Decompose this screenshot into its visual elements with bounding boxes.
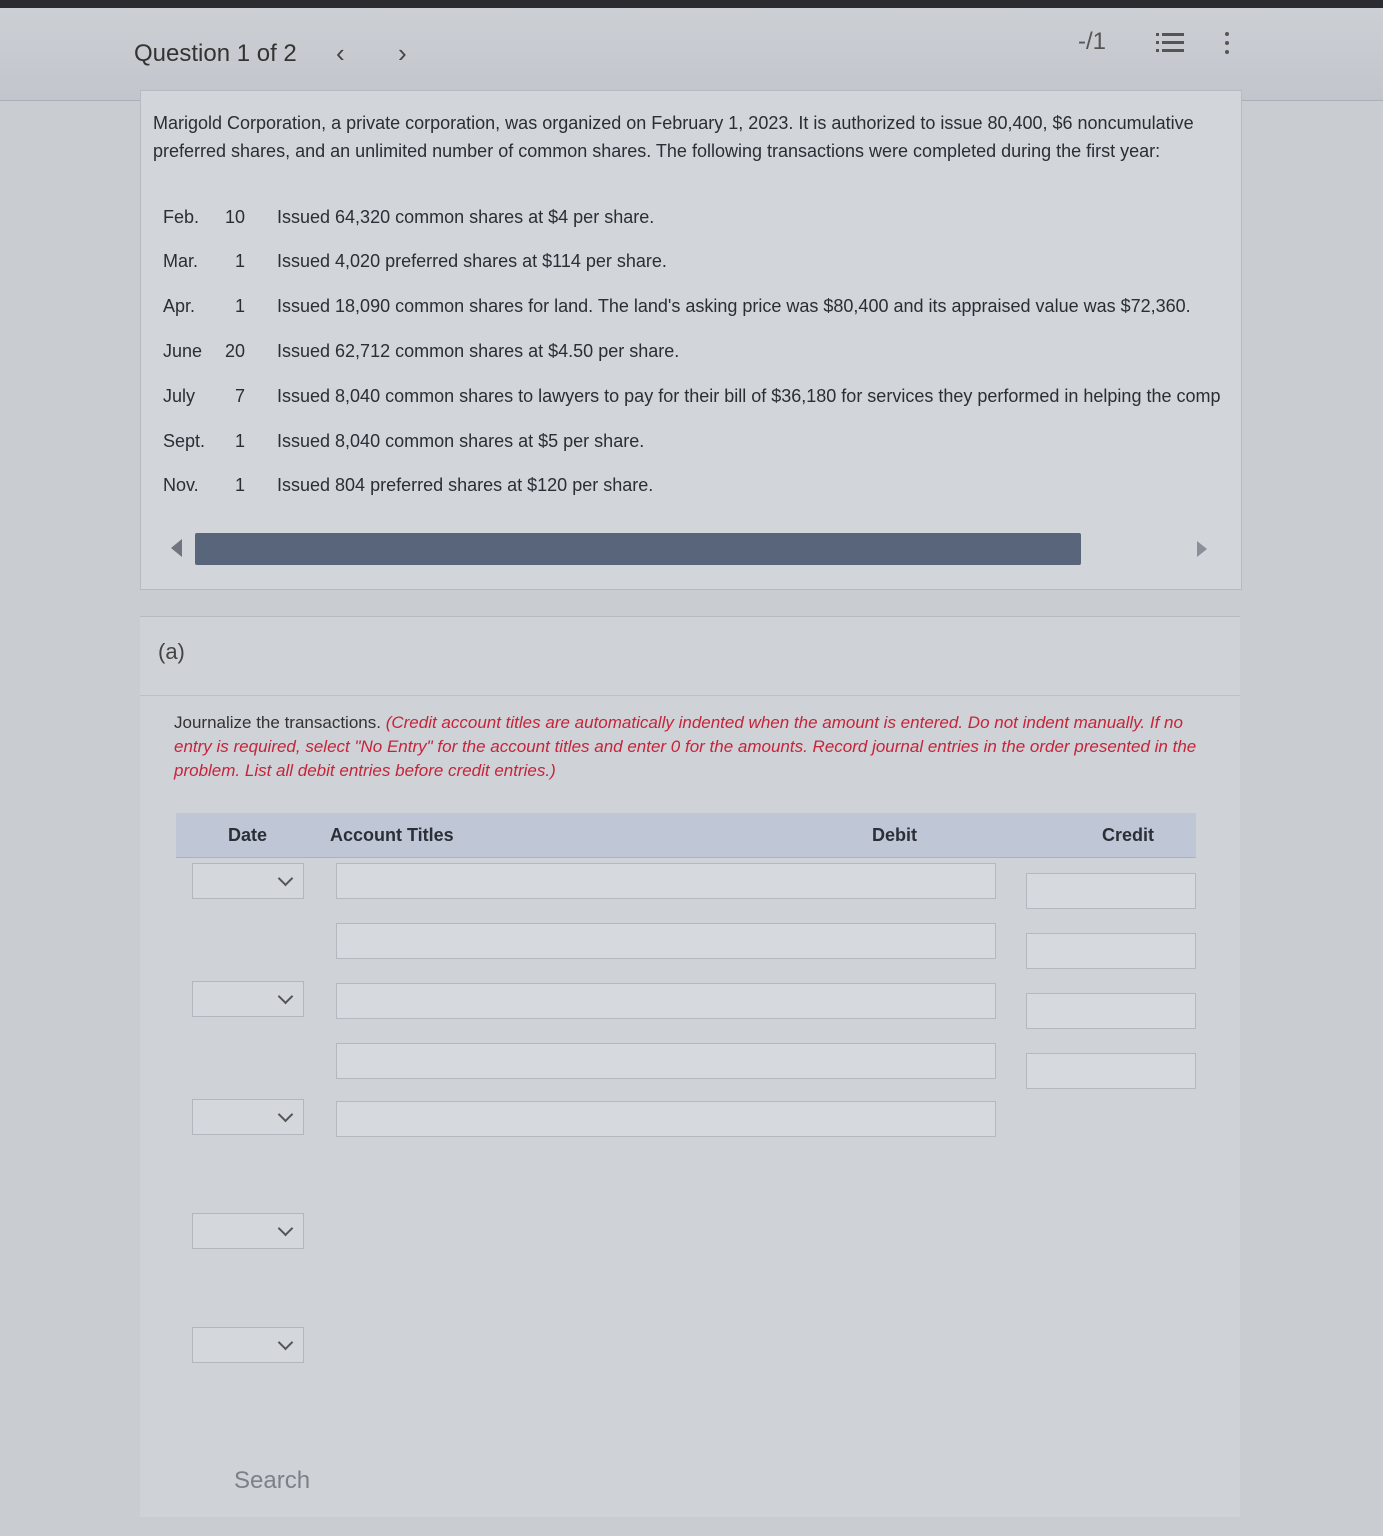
credit-input[interactable]: [1026, 993, 1196, 1029]
instructions: Journalize the transactions. (Credit acc…: [174, 711, 1204, 783]
credit-input[interactable]: [1026, 873, 1196, 909]
account-title-input[interactable]: [336, 1043, 996, 1079]
section-divider: [140, 695, 1240, 696]
transaction-day: 1: [234, 475, 245, 495]
date-select[interactable]: [192, 863, 304, 899]
transaction-month: Nov.: [163, 475, 199, 495]
chevron-down-icon: [277, 1334, 294, 1351]
scroll-right-icon[interactable]: [1197, 541, 1207, 557]
account-title-input[interactable]: [336, 923, 996, 959]
question-counter: Question 1 of 2: [134, 40, 297, 67]
transaction-description: Issued 64,320 common shares at $4 per sh…: [277, 207, 655, 227]
window-edge: [0, 0, 1383, 8]
scroll-left-icon[interactable]: [171, 539, 182, 557]
search-label: Search: [234, 1467, 311, 1494]
account-title-input[interactable]: [336, 983, 996, 1019]
account-title-input[interactable]: [336, 1101, 996, 1137]
chevron-down-icon: [277, 988, 294, 1005]
list-icon[interactable]: [1156, 30, 1184, 56]
transaction-month: Sept.: [163, 431, 206, 451]
problem-intro: Marigold Corporation, a private corporat…: [153, 113, 1194, 161]
transaction-day: 1: [234, 431, 245, 451]
account-titles-column-header: Account Titles: [330, 825, 454, 845]
next-question-button[interactable]: ›: [398, 38, 407, 69]
part-label: (a): [158, 639, 185, 664]
credit-input[interactable]: [1026, 1053, 1196, 1089]
previous-question-button[interactable]: ‹: [336, 38, 345, 69]
horizontal-scrollbar[interactable]: [155, 531, 1225, 565]
part-a-section: (a) Journalize the transactions. (Credit…: [140, 616, 1240, 1517]
transaction-day: 10: [224, 207, 245, 227]
transaction-description: Issued 8,040 common shares at $5 per sha…: [277, 431, 645, 451]
score-indicator: -/1: [1078, 28, 1107, 55]
transaction-day: 1: [234, 251, 245, 271]
credit-column-header: Credit: [1102, 825, 1155, 845]
problem-statement: Marigold Corporation, a private corporat…: [140, 90, 1242, 590]
transaction-month: Apr.: [163, 296, 196, 316]
debit-column-header: Debit: [872, 825, 917, 845]
instructions-text: Journalize the transactions.: [174, 713, 381, 732]
journal-table-header: Date Account Titles Debit Credit: [176, 813, 1196, 858]
transaction-month: June: [163, 341, 203, 361]
chevron-down-icon: [277, 1106, 294, 1123]
account-title-input[interactable]: [336, 863, 996, 899]
question-header: Question 1 of 2 ‹ › -/1: [0, 0, 1383, 101]
credit-input[interactable]: [1026, 933, 1196, 969]
transaction-description: Issued 62,712 common shares at $4.50 per…: [277, 341, 680, 361]
transaction-day: 20: [224, 341, 245, 361]
transaction-month: Mar.: [163, 251, 199, 271]
date-select[interactable]: [192, 981, 304, 1017]
transaction-day: 1: [234, 296, 245, 316]
transaction-month: July: [163, 386, 196, 406]
transaction-description: Issued 4,020 preferred shares at $114 pe…: [277, 251, 667, 271]
transaction-day: 7: [234, 386, 245, 406]
date-select[interactable]: [192, 1327, 304, 1363]
chevron-down-icon: [277, 1220, 294, 1237]
transaction-description: Issued 804 preferred shares at $120 per …: [277, 475, 654, 495]
transaction-month: Feb.: [163, 207, 200, 227]
more-vertical-icon[interactable]: [1222, 30, 1232, 56]
transaction-description: Issued 8,040 common shares to lawyers to…: [277, 386, 1221, 406]
scrollbar-thumb[interactable]: [195, 533, 1081, 565]
transaction-description: Issued 18,090 common shares for land. Th…: [277, 296, 1191, 316]
chevron-down-icon: [277, 870, 294, 887]
date-select[interactable]: [192, 1213, 304, 1249]
date-column-header: Date: [228, 825, 268, 845]
date-select[interactable]: [192, 1099, 304, 1135]
